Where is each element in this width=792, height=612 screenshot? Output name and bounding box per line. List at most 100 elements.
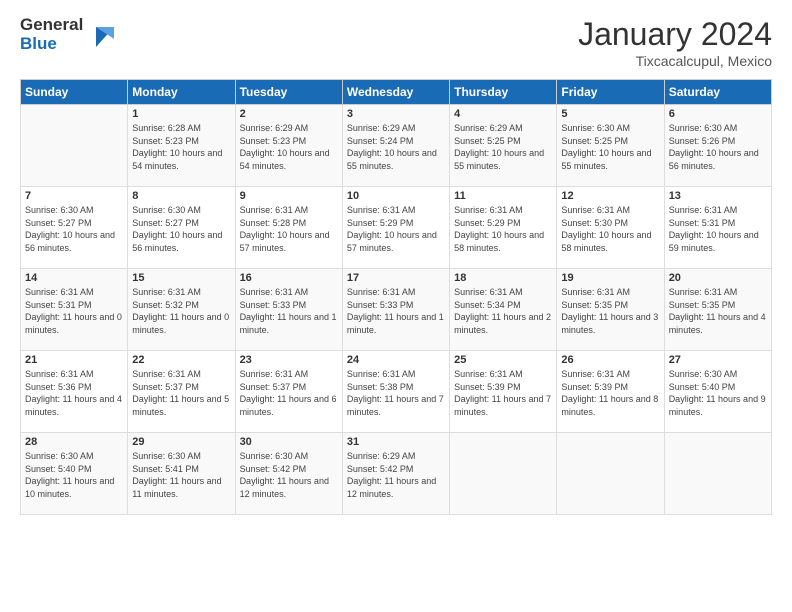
day-info: Sunrise: 6:29 AMSunset: 5:23 PMDaylight:… xyxy=(240,122,338,172)
day-info: Sunrise: 6:31 AMSunset: 5:28 PMDaylight:… xyxy=(240,204,338,254)
day-info: Sunrise: 6:31 AMSunset: 5:35 PMDaylight:… xyxy=(561,286,659,336)
calendar-cell: 9 Sunrise: 6:31 AMSunset: 5:28 PMDaylight… xyxy=(235,187,342,269)
day-info: Sunrise: 6:29 AMSunset: 5:24 PMDaylight:… xyxy=(347,122,445,172)
day-info: Sunrise: 6:30 AMSunset: 5:41 PMDaylight:… xyxy=(132,450,230,500)
day-info: Sunrise: 6:30 AMSunset: 5:25 PMDaylight:… xyxy=(561,122,659,172)
week-row-3: 14Sunrise: 6:31 AMSunset: 5:31 PMDayligh… xyxy=(21,269,772,351)
day-info: Sunrise: 6:31 AMSunset: 5:34 PMDaylight:… xyxy=(454,286,552,336)
calendar-cell: 20Sunrise: 6:31 AMSunset: 5:35 PMDayligh… xyxy=(664,269,771,351)
day-info: Sunrise: 6:30 AMSunset: 5:42 PMDaylight:… xyxy=(240,450,338,500)
day-number: 27 xyxy=(669,354,767,366)
day-number: 20 xyxy=(669,272,767,284)
day-info: Sunrise: 6:31 AMSunset: 5:39 PMDaylight:… xyxy=(454,368,552,418)
day-number: 23 xyxy=(240,354,338,366)
header-monday: Monday xyxy=(128,80,235,105)
calendar-cell: 7 Sunrise: 6:30 AMSunset: 5:27 PMDaylight… xyxy=(21,187,128,269)
day-info: Sunrise: 6:30 AMSunset: 5:40 PMDaylight:… xyxy=(25,450,123,500)
day-info: Sunrise: 6:30 AMSunset: 5:26 PMDaylight:… xyxy=(669,122,767,172)
day-number: 8 xyxy=(132,190,230,202)
calendar-header: Sunday Monday Tuesday Wednesday Thursday… xyxy=(21,80,772,105)
day-info: Sunrise: 6:31 AMSunset: 5:36 PMDaylight:… xyxy=(25,368,123,418)
calendar-cell: 26 Sunrise: 6:31 AMSunset: 5:39 PMDayligh… xyxy=(557,351,664,433)
day-number: 9 xyxy=(240,190,338,202)
calendar-cell: 15 Sunrise: 6:31 AMSunset: 5:32 PMDayligh… xyxy=(128,269,235,351)
day-info: Sunrise: 6:31 AMSunset: 5:39 PMDaylight:… xyxy=(561,368,659,418)
day-number: 25 xyxy=(454,354,552,366)
day-number: 12 xyxy=(561,190,659,202)
day-info: Sunrise: 6:29 AMSunset: 5:42 PMDaylight:… xyxy=(347,450,445,500)
header-friday: Friday xyxy=(557,80,664,105)
header-tuesday: Tuesday xyxy=(235,80,342,105)
month-title: January 2024 xyxy=(578,16,772,53)
day-number: 4 xyxy=(454,108,552,120)
day-number: 26 xyxy=(561,354,659,366)
day-info: Sunrise: 6:31 AMSunset: 5:29 PMDaylight:… xyxy=(454,204,552,254)
calendar-cell: 22 Sunrise: 6:31 AMSunset: 5:37 PMDayligh… xyxy=(128,351,235,433)
week-row-5: 28 Sunrise: 6:30 AMSunset: 5:40 PMDayligh… xyxy=(21,433,772,515)
calendar-cell: 3 Sunrise: 6:29 AMSunset: 5:24 PMDaylight… xyxy=(342,105,449,187)
week-row-4: 21Sunrise: 6:31 AMSunset: 5:36 PMDayligh… xyxy=(21,351,772,433)
day-info: Sunrise: 6:31 AMSunset: 5:31 PMDaylight:… xyxy=(25,286,123,336)
day-info: Sunrise: 6:31 AMSunset: 5:29 PMDaylight:… xyxy=(347,204,445,254)
day-info: Sunrise: 6:30 AMSunset: 5:27 PMDaylight:… xyxy=(25,204,123,254)
calendar-cell xyxy=(557,433,664,515)
calendar-cell: 5Sunrise: 6:30 AMSunset: 5:25 PMDaylight… xyxy=(557,105,664,187)
location: Tixcacalcupul, Mexico xyxy=(578,53,772,69)
day-info: Sunrise: 6:28 AMSunset: 5:23 PMDaylight:… xyxy=(132,122,230,172)
calendar-cell: 16Sunrise: 6:31 AMSunset: 5:33 PMDayligh… xyxy=(235,269,342,351)
day-number: 19 xyxy=(561,272,659,284)
day-number: 6 xyxy=(669,108,767,120)
calendar-cell: 21Sunrise: 6:31 AMSunset: 5:36 PMDayligh… xyxy=(21,351,128,433)
calendar-cell: 24Sunrise: 6:31 AMSunset: 5:38 PMDayligh… xyxy=(342,351,449,433)
calendar-cell: 4 Sunrise: 6:29 AMSunset: 5:25 PMDaylight… xyxy=(450,105,557,187)
calendar-cell: 12 Sunrise: 6:31 AMSunset: 5:30 PMDayligh… xyxy=(557,187,664,269)
day-info: Sunrise: 6:31 AMSunset: 5:37 PMDaylight:… xyxy=(132,368,230,418)
day-info: Sunrise: 6:31 AMSunset: 5:30 PMDaylight:… xyxy=(561,204,659,254)
calendar-cell xyxy=(21,105,128,187)
calendar-cell: 18 Sunrise: 6:31 AMSunset: 5:34 PMDayligh… xyxy=(450,269,557,351)
calendar-cell: 2Sunrise: 6:29 AMSunset: 5:23 PMDaylight… xyxy=(235,105,342,187)
logo-icon xyxy=(86,19,118,51)
calendar-cell: 13Sunrise: 6:31 AMSunset: 5:31 PMDayligh… xyxy=(664,187,771,269)
week-row-1: 1 Sunrise: 6:28 AMSunset: 5:23 PMDaylight… xyxy=(21,105,772,187)
calendar-cell xyxy=(664,433,771,515)
day-number: 11 xyxy=(454,190,552,202)
day-number: 17 xyxy=(347,272,445,284)
calendar-cell: 27 Sunrise: 6:30 AMSunset: 5:40 PMDayligh… xyxy=(664,351,771,433)
calendar-cell: 6 Sunrise: 6:30 AMSunset: 5:26 PMDaylight… xyxy=(664,105,771,187)
calendar-cell: 30 Sunrise: 6:30 AMSunset: 5:42 PMDayligh… xyxy=(235,433,342,515)
day-number: 28 xyxy=(25,436,123,448)
calendar-cell: 8 Sunrise: 6:30 AMSunset: 5:27 PMDaylight… xyxy=(128,187,235,269)
day-number: 1 xyxy=(132,108,230,120)
calendar-cell: 14Sunrise: 6:31 AMSunset: 5:31 PMDayligh… xyxy=(21,269,128,351)
calendar-body: 1 Sunrise: 6:28 AMSunset: 5:23 PMDaylight… xyxy=(21,105,772,515)
calendar-table: Sunday Monday Tuesday Wednesday Thursday… xyxy=(20,79,772,515)
day-number: 16 xyxy=(240,272,338,284)
calendar-cell: 23Sunrise: 6:31 AMSunset: 5:37 PMDayligh… xyxy=(235,351,342,433)
day-number: 15 xyxy=(132,272,230,284)
calendar-cell: 11 Sunrise: 6:31 AMSunset: 5:29 PMDayligh… xyxy=(450,187,557,269)
page: General Blue January 2024 Tixcacalcupul,… xyxy=(0,0,792,612)
day-info: Sunrise: 6:30 AMSunset: 5:40 PMDaylight:… xyxy=(669,368,767,418)
day-number: 7 xyxy=(25,190,123,202)
calendar-cell: 17 Sunrise: 6:31 AMSunset: 5:33 PMDayligh… xyxy=(342,269,449,351)
day-info: Sunrise: 6:31 AMSunset: 5:38 PMDaylight:… xyxy=(347,368,445,418)
header-wednesday: Wednesday xyxy=(342,80,449,105)
day-number: 29 xyxy=(132,436,230,448)
calendar-cell: 28 Sunrise: 6:30 AMSunset: 5:40 PMDayligh… xyxy=(21,433,128,515)
day-info: Sunrise: 6:29 AMSunset: 5:25 PMDaylight:… xyxy=(454,122,552,172)
calendar-cell: 31Sunrise: 6:29 AMSunset: 5:42 PMDayligh… xyxy=(342,433,449,515)
day-number: 18 xyxy=(454,272,552,284)
calendar-cell: 29 Sunrise: 6:30 AMSunset: 5:41 PMDayligh… xyxy=(128,433,235,515)
day-info: Sunrise: 6:30 AMSunset: 5:27 PMDaylight:… xyxy=(132,204,230,254)
day-number: 3 xyxy=(347,108,445,120)
day-number: 10 xyxy=(347,190,445,202)
day-info: Sunrise: 6:31 AMSunset: 5:31 PMDaylight:… xyxy=(669,204,767,254)
header-thursday: Thursday xyxy=(450,80,557,105)
day-info: Sunrise: 6:31 AMSunset: 5:32 PMDaylight:… xyxy=(132,286,230,336)
day-info: Sunrise: 6:31 AMSunset: 5:33 PMDaylight:… xyxy=(347,286,445,336)
day-number: 22 xyxy=(132,354,230,366)
logo-general: General xyxy=(20,16,83,35)
day-number: 30 xyxy=(240,436,338,448)
calendar-cell: 1 Sunrise: 6:28 AMSunset: 5:23 PMDaylight… xyxy=(128,105,235,187)
